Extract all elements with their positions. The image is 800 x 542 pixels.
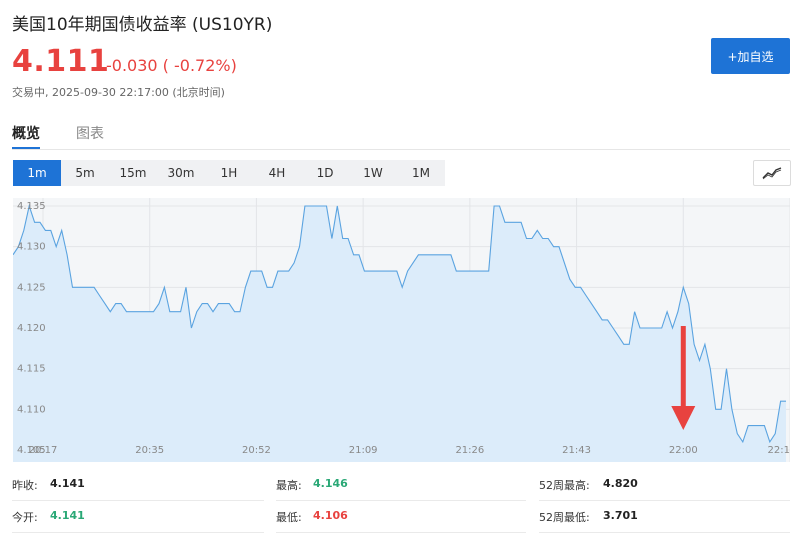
tab-overview[interactable]: 概览 xyxy=(12,123,40,149)
main-tabs: 概览 图表 xyxy=(12,120,790,150)
stat-label: 今开: xyxy=(12,511,38,524)
page-title: 美国10年期国债收益率 (US10YR) xyxy=(12,15,273,35)
x-tick-label: 20:52 xyxy=(242,445,271,456)
x-tick-label: 21:43 xyxy=(562,445,591,456)
interval-1w[interactable]: 1W xyxy=(349,160,397,186)
stat-value: 3.701 xyxy=(603,509,638,522)
stat-52w-high: 52周最高: 4.820 xyxy=(539,470,790,501)
tab-chart[interactable]: 图表 xyxy=(76,123,104,143)
y-tick-label: 4.125 xyxy=(17,282,46,293)
price-change: -0.030 ( -0.72%) xyxy=(106,56,237,75)
stat-low: 最低: 4.106 xyxy=(276,502,526,533)
price-chart-svg: 4.1354.1304.1254.1204.1154.1104.10520:17… xyxy=(13,198,790,462)
interval-5m[interactable]: 5m xyxy=(61,160,109,186)
stat-open: 今开: 4.141 xyxy=(12,502,264,533)
trading-status: 交易中, 2025-09-30 22:17:00 (北京时间) xyxy=(12,86,225,99)
stat-label: 昨收: xyxy=(12,479,38,492)
stat-value: 4.141 xyxy=(50,477,85,490)
stat-label: 最高: xyxy=(276,479,302,492)
y-tick-label: 4.110 xyxy=(17,404,46,415)
stat-52w-low: 52周最低: 3.701 xyxy=(539,502,790,533)
x-tick-label: 22:1 xyxy=(768,445,790,456)
x-tick-label: 21:09 xyxy=(349,445,378,456)
chart-type-button[interactable] xyxy=(753,160,791,186)
add-to-watchlist-button[interactable]: +加自选 xyxy=(711,38,790,74)
interval-selector: 1m 5m 15m 30m 1H 4H 1D 1W 1M xyxy=(13,160,445,186)
interval-1mo[interactable]: 1M xyxy=(397,160,445,186)
interval-1m[interactable]: 1m xyxy=(13,160,61,186)
interval-1h[interactable]: 1H xyxy=(205,160,253,186)
y-tick-label: 4.120 xyxy=(17,323,46,334)
stat-high: 最高: 4.146 xyxy=(276,470,526,501)
interval-4h[interactable]: 4H xyxy=(253,160,301,186)
stat-prev-close: 昨收: 4.141 xyxy=(12,470,264,501)
stat-label: 最低: xyxy=(276,511,302,524)
y-tick-label: 4.115 xyxy=(17,364,46,375)
stat-label: 52周最低: xyxy=(539,511,590,524)
x-tick-label: 21:26 xyxy=(455,445,484,456)
current-price: 4.111 xyxy=(12,44,110,79)
stat-value: 4.146 xyxy=(313,477,348,490)
stat-label: 52周最高: xyxy=(539,479,590,492)
x-tick-label: 20:17 xyxy=(29,445,58,456)
series-area xyxy=(13,206,786,462)
stat-value: 4.820 xyxy=(603,477,638,490)
y-tick-label: 4.135 xyxy=(17,201,46,212)
line-chart-icon xyxy=(762,167,782,180)
stat-value: 4.141 xyxy=(50,509,85,522)
price-chart[interactable]: 4.135 4.130 4.125 4.120 4.115 4.110 4.105 20:17… xyxy=(13,198,790,462)
x-tick-label: 22:00 xyxy=(669,445,698,456)
y-tick-label: 4.130 xyxy=(17,242,46,253)
interval-30m[interactable]: 30m xyxy=(157,160,205,186)
x-tick-label: 20:35 xyxy=(135,445,164,456)
interval-15m[interactable]: 15m xyxy=(109,160,157,186)
stat-value: 4.106 xyxy=(313,509,348,522)
interval-1d[interactable]: 1D xyxy=(301,160,349,186)
